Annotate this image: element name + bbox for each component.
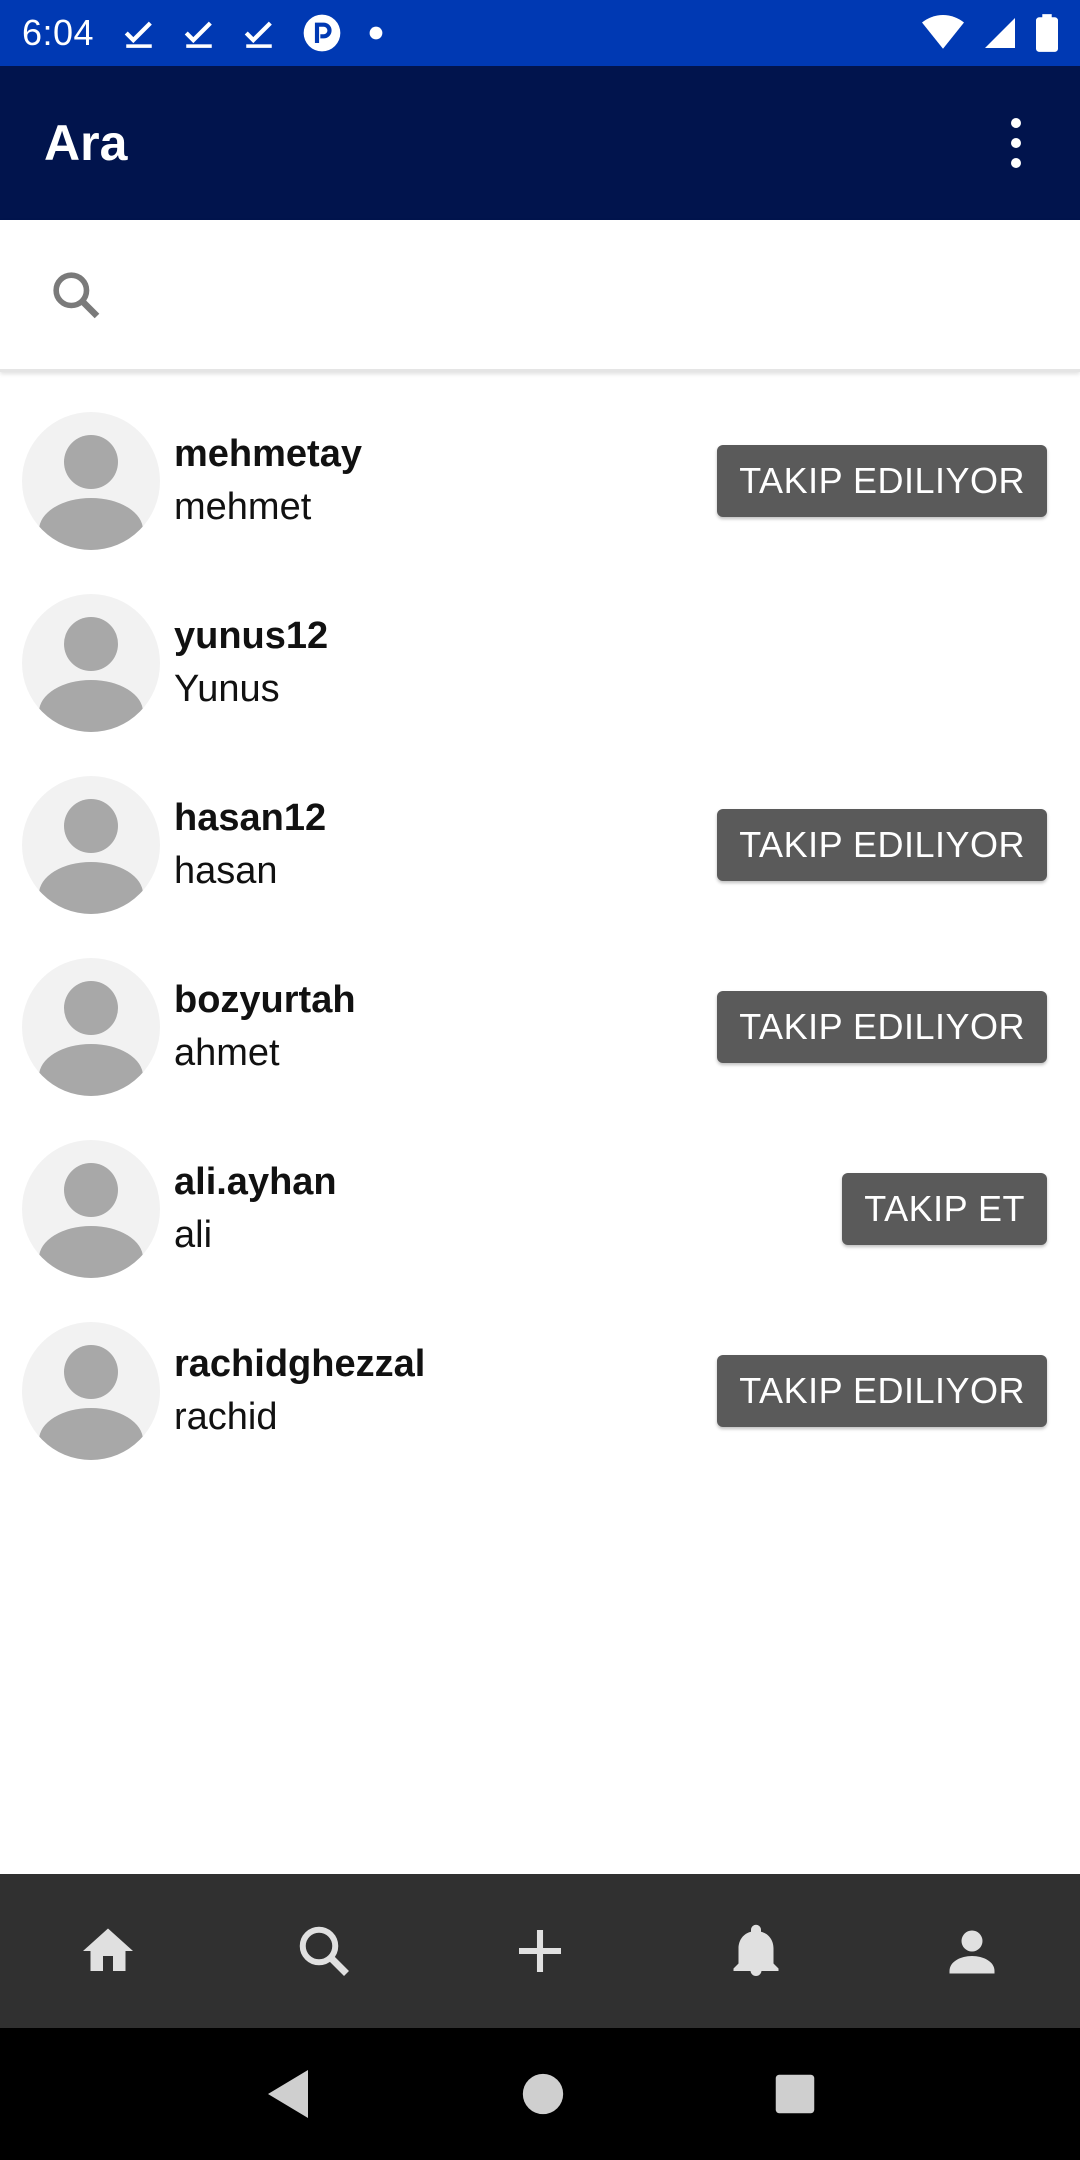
full-name: ali <box>174 1214 213 1256</box>
follow-button[interactable]: TAKIP ET <box>842 1173 1047 1245</box>
avatar <box>22 776 160 914</box>
dot-icon <box>369 26 383 40</box>
list-item[interactable]: bozyurtah ahmet TAKIP EDILIYOR <box>0 936 1080 1118</box>
list-item[interactable]: hasan12 hasan TAKIP EDILIYOR <box>0 754 1080 936</box>
username: bozyurtah <box>174 979 356 1021</box>
username: yunus12 <box>174 615 329 657</box>
full-name: hasan <box>174 850 278 892</box>
menu-dot <box>1011 158 1021 168</box>
profile-icon <box>949 1930 995 1974</box>
person-placeholder-icon <box>39 617 143 732</box>
user-text: rachidghezzal rachid <box>174 1343 425 1439</box>
home-icon <box>83 1928 133 1971</box>
user-text: mehmetay mehmet <box>174 433 362 529</box>
app-bar: Ara <box>0 66 1080 220</box>
system-nav <box>0 2028 1080 2160</box>
user-list: mehmetay mehmet TAKIP EDILIYOR yunus12 Y… <box>0 390 1080 1482</box>
list-item[interactable]: rachidghezzal rachid TAKIP EDILIYOR <box>0 1300 1080 1482</box>
check-icon <box>244 21 272 48</box>
person-placeholder-icon <box>39 981 143 1096</box>
following-button[interactable]: TAKIP EDILIYOR <box>717 991 1047 1063</box>
following-button[interactable]: TAKIP EDILIYOR <box>717 1355 1047 1427</box>
search-input[interactable] <box>134 272 1032 317</box>
back-icon[interactable] <box>264 2068 312 2120</box>
full-name: mehmet <box>174 486 312 528</box>
user-text: yunus12 Yunus <box>174 615 328 711</box>
search-bar <box>0 220 1080 372</box>
person-placeholder-icon <box>39 799 143 914</box>
nav-notifications[interactable] <box>696 1891 816 2011</box>
user-text: bozyurtah ahmet <box>174 979 356 1075</box>
following-button[interactable]: TAKIP EDILIYOR <box>717 809 1047 881</box>
bottom-nav <box>0 1874 1080 2028</box>
following-button[interactable]: TAKIP EDILIYOR <box>717 445 1047 517</box>
username: mehmetay <box>174 433 362 475</box>
full-name: Yunus <box>174 668 280 710</box>
full-name: ahmet <box>174 1032 280 1074</box>
search-icon <box>299 1926 349 1976</box>
check-icon <box>184 21 212 48</box>
menu-dot <box>1011 118 1021 128</box>
avatar <box>22 594 160 732</box>
recents-icon[interactable] <box>774 2073 816 2115</box>
nav-add[interactable] <box>480 1891 600 2011</box>
notification-icons <box>122 13 384 53</box>
battery-icon <box>1036 14 1058 52</box>
notifications-icon <box>733 1924 779 1976</box>
status-left: 6:04 <box>22 12 384 54</box>
username: ali.ayhan <box>174 1161 337 1203</box>
status-time: 6:04 <box>22 12 95 53</box>
username: hasan12 <box>174 797 327 839</box>
avatar <box>22 412 160 550</box>
status-right <box>922 14 1058 52</box>
wifi-icon <box>922 15 964 49</box>
home-circle-icon[interactable] <box>521 2072 565 2116</box>
list-item[interactable]: ali.ayhan ali TAKIP ET <box>0 1118 1080 1300</box>
avatar <box>22 1140 160 1278</box>
status-bar: 6:04 <box>0 0 1080 66</box>
app-badge-icon <box>303 14 341 52</box>
list-item[interactable]: yunus12 Yunus <box>0 572 1080 754</box>
person-placeholder-icon <box>39 1163 143 1278</box>
nav-profile[interactable] <box>912 1891 1032 2011</box>
nav-search[interactable] <box>264 1891 384 2011</box>
full-name: rachid <box>174 1396 278 1438</box>
nav-home[interactable] <box>48 1891 168 2011</box>
person-placeholder-icon <box>39 1345 143 1460</box>
menu-dot <box>1011 138 1021 148</box>
user-text: hasan12 hasan <box>174 797 326 893</box>
user-text: ali.ayhan ali <box>174 1161 337 1257</box>
avatar <box>22 958 160 1096</box>
add-icon <box>519 1930 561 1972</box>
signal-icon <box>985 18 1015 48</box>
username: rachidghezzal <box>174 1343 426 1385</box>
avatar <box>22 1322 160 1460</box>
person-placeholder-icon <box>39 435 143 550</box>
list-item[interactable]: mehmetay mehmet TAKIP EDILIYOR <box>0 390 1080 572</box>
more-vert-icon[interactable] <box>996 113 1036 173</box>
search-icon <box>53 271 100 318</box>
check-icon <box>124 21 152 48</box>
page-title: Ara <box>44 115 128 171</box>
